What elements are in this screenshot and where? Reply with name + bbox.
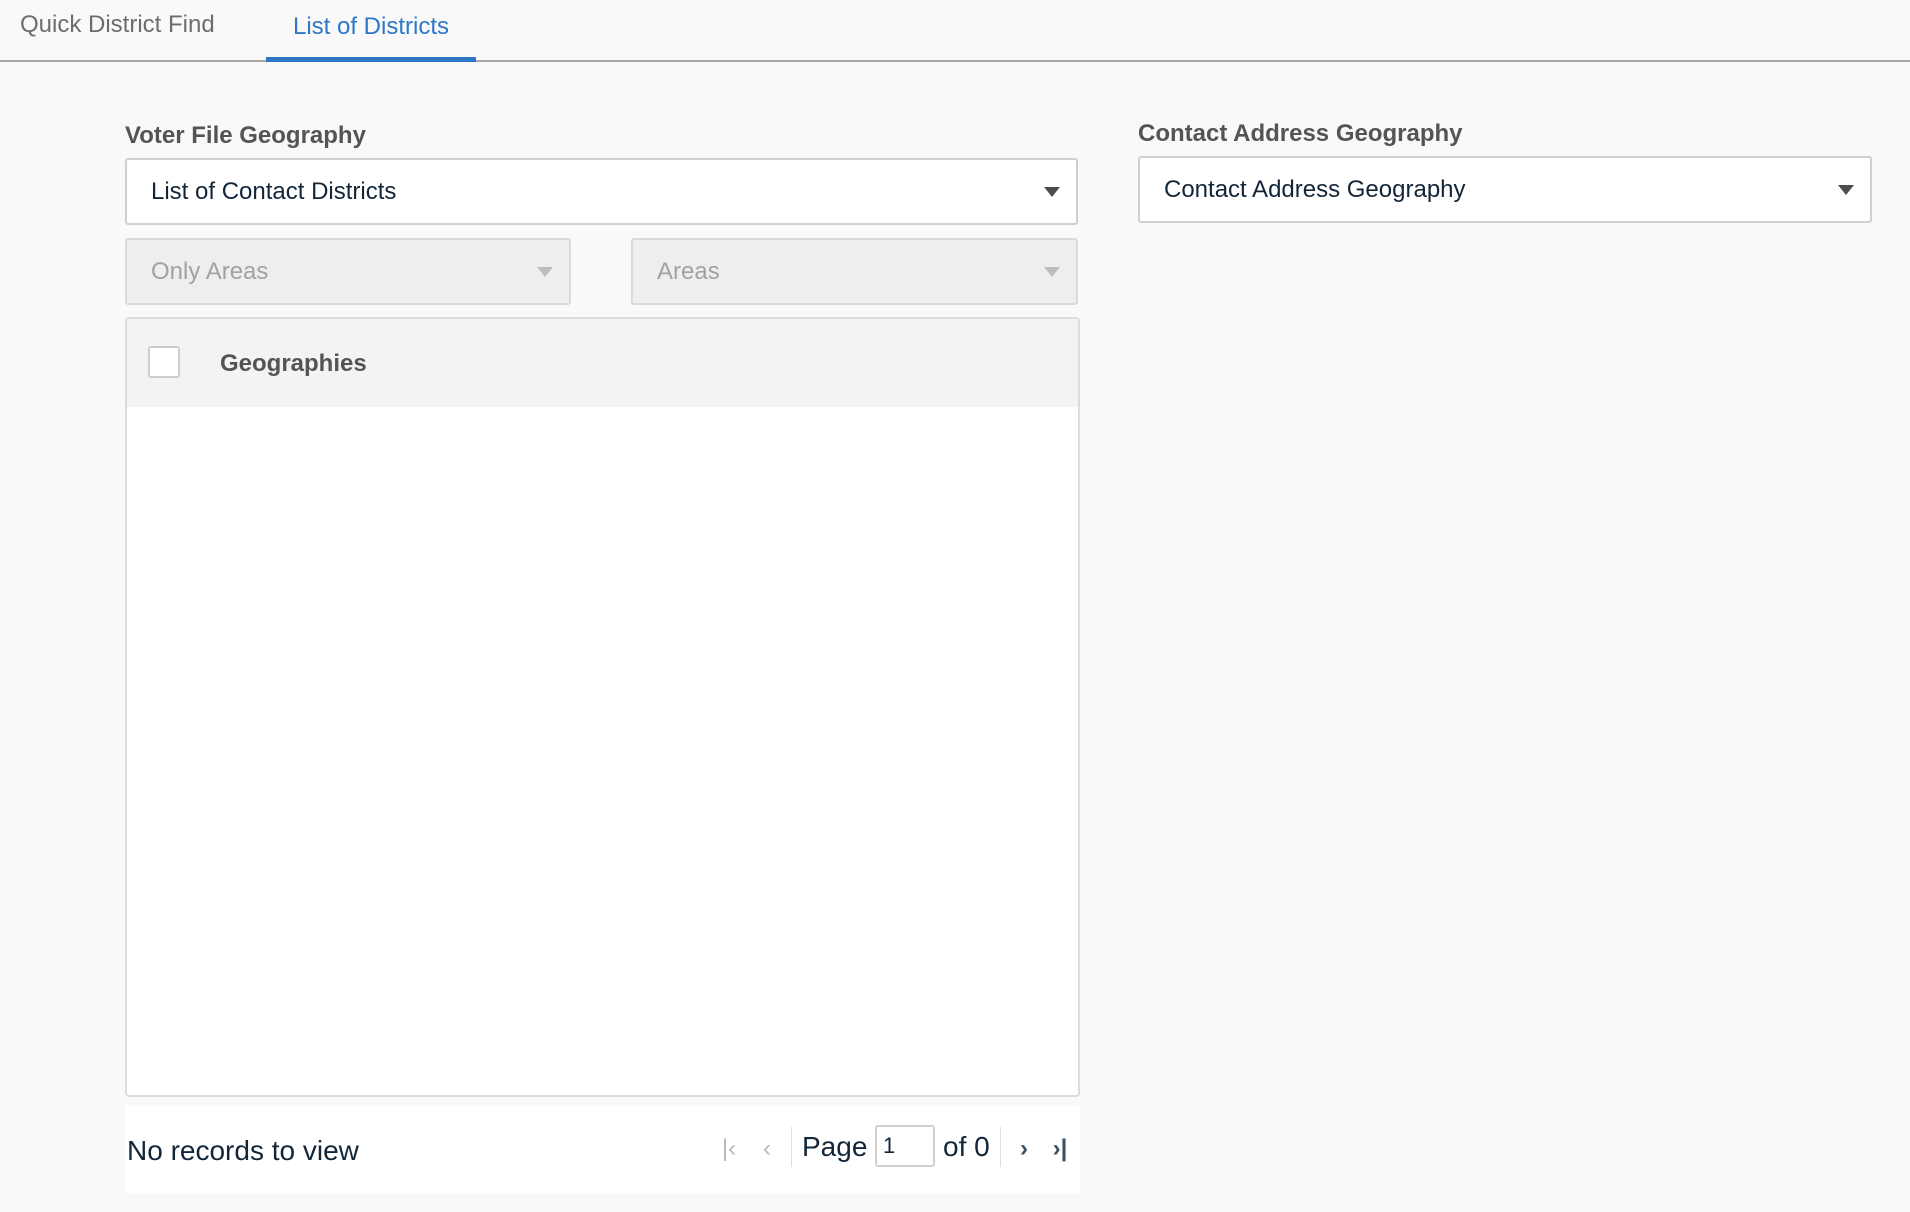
chevron-down-icon <box>537 266 553 277</box>
contact-address-geography-label: Contact Address Geography <box>1138 120 1463 147</box>
voter-file-geography-label: Voter File Geography <box>125 122 366 149</box>
tab-list-of-districts[interactable]: List of Districts <box>266 0 476 62</box>
first-page-icon[interactable]: |‹ <box>715 1129 743 1169</box>
areas-value: Areas <box>657 257 720 285</box>
no-records-text: No records to view <box>127 1135 359 1166</box>
chevron-down-icon <box>1044 266 1060 277</box>
chevron-down-icon <box>1044 186 1060 197</box>
contact-address-geography-value: Contact Address Geography <box>1164 175 1466 203</box>
pager: No records to view |‹ ‹ Page 1 of 0 › ›| <box>125 1105 1080 1193</box>
next-page-icon[interactable]: › <box>1010 1129 1038 1169</box>
only-areas-select: Only Areas <box>125 238 571 305</box>
voter-file-geography-value: List of Contact Districts <box>151 177 397 205</box>
select-all-checkbox[interactable] <box>148 346 180 378</box>
last-page-icon[interactable]: ›| <box>1043 1129 1077 1169</box>
column-header-geographies[interactable]: Geographies <box>220 350 367 378</box>
page-number-input[interactable]: 1 <box>875 1125 935 1167</box>
previous-page-icon[interactable]: ‹ <box>753 1129 781 1169</box>
geographies-grid: Geographies <box>125 317 1080 1097</box>
tab-bar: Quick District Find List of Districts <box>0 0 1910 62</box>
only-areas-value: Only Areas <box>151 257 269 285</box>
contact-address-geography-select[interactable]: Contact Address Geography <box>1138 156 1872 223</box>
areas-select: Areas <box>631 238 1078 305</box>
pager-separator <box>791 1127 792 1167</box>
tab-quick-district-find[interactable]: Quick District Find <box>0 0 235 62</box>
tab-list-of-districts-label: List of Districts <box>292 13 450 40</box>
chevron-down-icon <box>1838 184 1854 195</box>
tab-quick-district-find-label: Quick District Find <box>20 11 215 38</box>
page-count-text: of 0 <box>943 1131 990 1162</box>
voter-file-geography-select[interactable]: List of Contact Districts <box>125 158 1078 225</box>
pager-separator <box>1000 1127 1001 1167</box>
grid-header: Geographies <box>127 319 1078 407</box>
page-label: Page <box>802 1131 868 1162</box>
